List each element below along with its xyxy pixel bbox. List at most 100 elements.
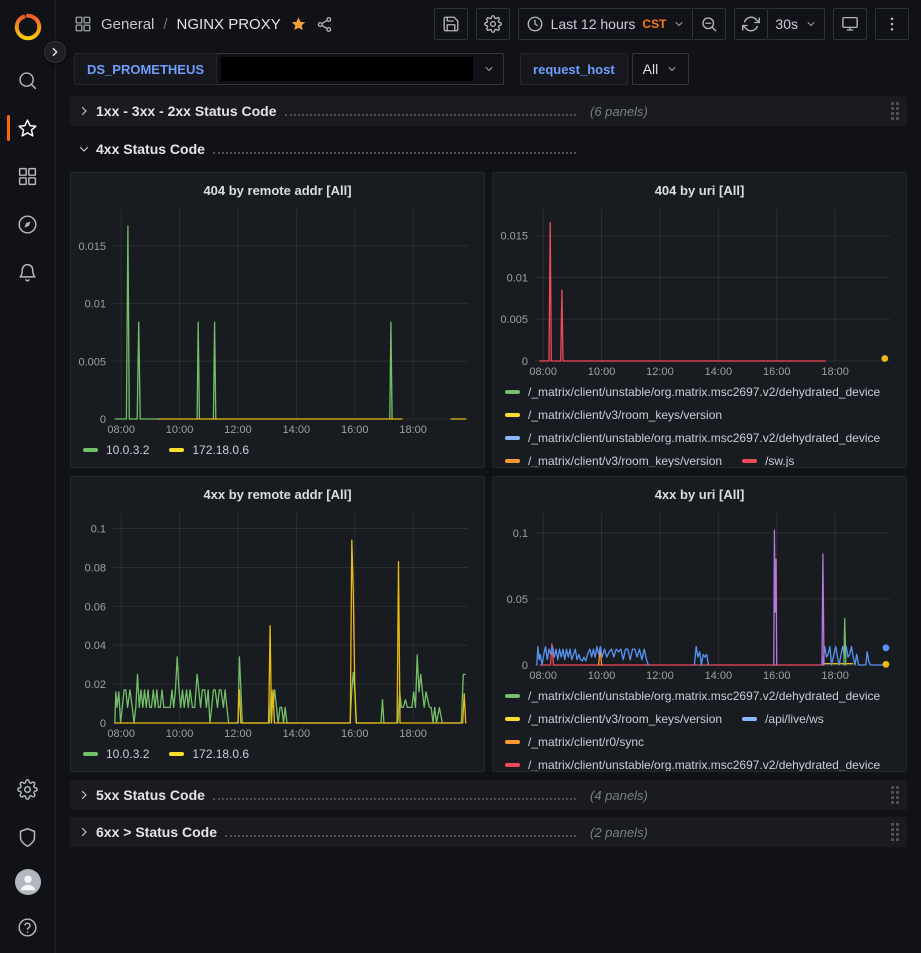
legend-item[interactable]: 10.0.3.2	[83, 438, 149, 461]
svg-text:12:00: 12:00	[646, 670, 674, 682]
chart-404-by-uri[interactable]: 08:0010:0012:0014:0016:0018:0000.0050.01…	[497, 203, 900, 379]
legend-series-swatch	[169, 752, 184, 756]
panel-4xx-by-remote-addr: 4xx by remote addr [All] 08:0010:0012:00…	[70, 476, 485, 772]
datasource-select[interactable]	[217, 53, 504, 85]
legend-item[interactable]: /_matrix/client/r0/sync	[505, 730, 644, 753]
chart-4xx-by-uri[interactable]: 08:0010:0012:0014:0016:0018:0000.050.1	[497, 507, 900, 683]
save-icon	[442, 15, 460, 33]
legend-item[interactable]: /api/live/ws	[742, 707, 824, 730]
legend-item[interactable]: /sw.js	[742, 449, 794, 467]
time-controls-group: Last 12 hours CST	[518, 8, 727, 40]
sidebar-item-starred[interactable]	[0, 112, 55, 144]
sidebar-item-explore[interactable]	[0, 208, 55, 240]
refresh-group: 30s	[734, 8, 825, 40]
share-icon[interactable]	[316, 16, 333, 33]
svg-text:18:00: 18:00	[821, 366, 849, 378]
zoom-out-icon	[700, 15, 718, 33]
save-dashboard-button[interactable]	[434, 8, 468, 40]
row-6xx[interactable]: 6xx > Status Code (2 panels)	[70, 817, 907, 847]
refresh-interval-picker[interactable]: 30s	[768, 8, 825, 40]
panel-title[interactable]: 4xx by remote addr [All]	[71, 477, 484, 505]
legend-series-swatch	[742, 459, 757, 463]
chevron-down-icon	[805, 18, 817, 30]
legend-item[interactable]: /_matrix/client/v3/room_keys/version	[505, 449, 722, 467]
legend-item[interactable]: /_matrix/client/unstable/org.matrix.msc2…	[505, 426, 880, 449]
request-host-value: All	[643, 61, 659, 77]
dotted-leader	[285, 114, 576, 116]
breadcrumb-dashboard-title[interactable]: NGINX PROXY	[177, 16, 281, 33]
legend-series-swatch	[505, 740, 520, 744]
svg-text:0: 0	[522, 660, 528, 672]
svg-text:0.02: 0.02	[85, 679, 106, 691]
legend-series-swatch	[505, 436, 520, 440]
row-1xx-3xx-2xx[interactable]: 1xx - 3xx - 2xx Status Code (6 panels)	[70, 96, 907, 126]
kebab-icon	[883, 15, 901, 33]
zoom-out-time-button[interactable]	[693, 8, 726, 40]
svg-text:0.015: 0.015	[500, 231, 528, 243]
dashboard-settings-button[interactable]	[476, 8, 510, 40]
legend-item[interactable]: /_matrix/client/v3/room_keys/version	[505, 403, 722, 426]
sidebar-expand-button[interactable]	[44, 41, 66, 63]
admin-shield-icon	[17, 827, 38, 848]
grafana-app: General / NGINX PROXY Last 12 hours CST	[0, 0, 921, 953]
sidebar-item-alerting[interactable]	[0, 256, 55, 288]
panel-title[interactable]: 404 by uri [All]	[493, 173, 906, 201]
row-drag-handle[interactable]	[887, 819, 903, 845]
legend-series-label: 10.0.3.2	[106, 747, 149, 761]
panel-404-by-remote-addr: 404 by remote addr [All] 08:0010:0012:00…	[70, 172, 485, 468]
svg-text:14:00: 14:00	[283, 728, 311, 740]
panel-title[interactable]: 404 by remote addr [All]	[71, 173, 484, 201]
breadcrumb-separator: /	[163, 16, 167, 33]
dotted-leader	[225, 835, 576, 837]
legend-item[interactable]: 172.18.0.6	[169, 438, 249, 461]
chart-404-by-remote-addr[interactable]: 08:0010:0012:0014:0016:0018:0000.0050.01…	[75, 203, 478, 437]
svg-text:0: 0	[522, 356, 528, 368]
request-host-label[interactable]: request_host	[520, 53, 628, 85]
tv-mode-button[interactable]	[833, 8, 867, 40]
user-avatar[interactable]	[15, 869, 41, 895]
legend-item[interactable]: 172.18.0.6	[169, 742, 249, 765]
settings-gear-icon	[17, 779, 38, 800]
kebab-menu-button[interactable]	[875, 8, 909, 40]
legend-series-swatch	[169, 448, 184, 452]
svg-text:08:00: 08:00	[529, 670, 557, 682]
sidebar-item-help[interactable]	[0, 911, 55, 943]
gear-icon	[484, 15, 502, 33]
sidebar-item-search[interactable]	[0, 64, 55, 96]
row-title: 6xx > Status Code	[96, 824, 217, 840]
request-host-select[interactable]: All	[632, 53, 690, 85]
legend-item[interactable]: /_matrix/client/v3/room_keys/version	[505, 707, 722, 730]
legend-series-swatch	[505, 763, 520, 767]
timezone-label: CST	[642, 17, 666, 31]
svg-text:0.015: 0.015	[78, 241, 106, 253]
row-5xx[interactable]: 5xx Status Code (4 panels)	[70, 780, 907, 810]
row-panel-count: (6 panels)	[590, 104, 648, 119]
sidebar-item-settings[interactable]	[0, 773, 55, 805]
time-range-picker[interactable]: Last 12 hours CST	[518, 8, 694, 40]
row-drag-handle[interactable]	[887, 98, 903, 124]
chart-4xx-by-remote-addr[interactable]: 08:0010:0012:0014:0016:0018:0000.020.040…	[75, 507, 478, 741]
svg-text:10:00: 10:00	[166, 728, 194, 740]
favorite-star-icon[interactable]	[290, 16, 307, 33]
legend-item[interactable]: /_matrix/client/unstable/org.matrix.msc2…	[505, 684, 880, 707]
breadcrumb-section[interactable]: General	[101, 16, 154, 33]
svg-text:12:00: 12:00	[224, 728, 252, 740]
row-4xx[interactable]: 4xx Status Code	[70, 134, 907, 164]
svg-text:0: 0	[100, 718, 106, 730]
legend-item[interactable]: /_matrix/client/unstable/org.matrix.msc2…	[505, 380, 880, 403]
clock-icon	[526, 15, 544, 33]
panel-legend: /_matrix/client/unstable/org.matrix.msc2…	[493, 683, 906, 771]
legend-item[interactable]: /_matrix/client/unstable/org.matrix.msc2…	[505, 753, 880, 771]
legend-item[interactable]: 10.0.3.2	[83, 742, 149, 765]
datasource-label[interactable]: DS_PROMETHEUS	[74, 53, 217, 85]
grafana-logo[interactable]	[13, 12, 43, 42]
svg-text:14:00: 14:00	[283, 424, 311, 436]
refresh-button[interactable]	[734, 8, 768, 40]
person-icon	[17, 871, 39, 893]
svg-text:12:00: 12:00	[224, 424, 252, 436]
row-panel-count: (4 panels)	[590, 788, 648, 803]
sidebar-item-server-admin[interactable]	[0, 821, 55, 853]
panel-title[interactable]: 4xx by uri [All]	[493, 477, 906, 505]
row-drag-handle[interactable]	[887, 782, 903, 808]
sidebar-item-dashboards[interactable]	[0, 160, 55, 192]
